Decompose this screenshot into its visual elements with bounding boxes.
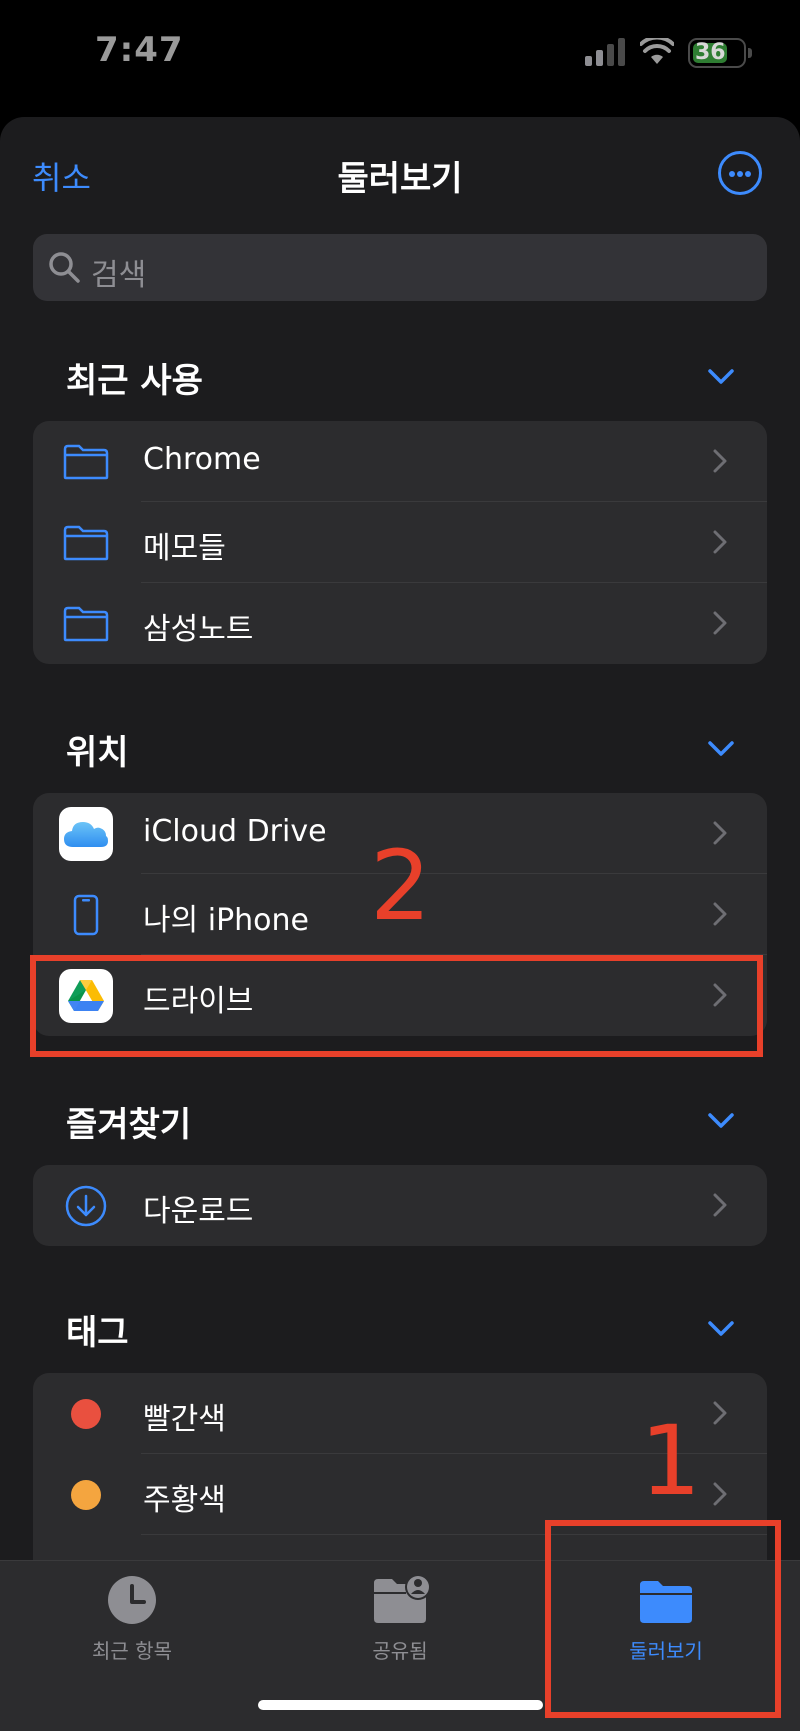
list-item-label: 주황색 bbox=[143, 1483, 226, 1518]
iphone-icon bbox=[59, 888, 113, 942]
cellular-signal-icon bbox=[585, 38, 625, 66]
list-item-label: iCloud Drive bbox=[143, 814, 327, 849]
chevron-down-icon[interactable] bbox=[708, 1113, 734, 1129]
list-item-label: 삼성노트 bbox=[143, 612, 254, 647]
section-title-locations: 위치 bbox=[66, 733, 129, 773]
chevron-right-icon bbox=[713, 902, 727, 926]
chevron-right-icon bbox=[713, 611, 727, 635]
tab-shared[interactable]: 공유됨 bbox=[300, 1573, 500, 1664]
chevron-right-icon bbox=[713, 1482, 727, 1506]
recent-list: Chrome 메모들 삼성노트 bbox=[33, 421, 767, 664]
battery-indicator: 36 bbox=[688, 38, 746, 68]
list-item-memos[interactable]: 메모들 bbox=[33, 502, 767, 583]
chevron-right-icon bbox=[713, 449, 727, 473]
tab-label: 최근 항목 bbox=[92, 1639, 172, 1663]
chevron-down-icon[interactable] bbox=[708, 741, 734, 757]
battery-tip bbox=[748, 48, 752, 58]
page-title: 둘러보기 bbox=[337, 159, 463, 199]
status-time: 7:47 bbox=[95, 30, 184, 70]
list-item-label: 메모들 bbox=[143, 531, 226, 566]
search-icon bbox=[49, 252, 80, 283]
annotation-box-browse-tab bbox=[545, 1520, 781, 1718]
list-item-samsung-notes[interactable]: 삼성노트 bbox=[33, 583, 767, 664]
search-input[interactable]: 검색 bbox=[33, 234, 767, 301]
section-title-tags: 태그 bbox=[66, 1313, 129, 1353]
favorites-list: 다운로드 bbox=[33, 1165, 767, 1246]
chevron-down-icon[interactable] bbox=[708, 369, 734, 385]
list-item-downloads[interactable]: 다운로드 bbox=[33, 1165, 767, 1246]
icloud-icon bbox=[59, 807, 113, 861]
battery-level: 36 bbox=[695, 40, 726, 65]
tag-color-dot bbox=[59, 1387, 113, 1441]
tab-recents[interactable]: 최근 항목 bbox=[32, 1573, 232, 1664]
folder-icon bbox=[59, 516, 113, 570]
download-icon bbox=[59, 1179, 113, 1233]
chevron-right-icon bbox=[713, 530, 727, 554]
wifi-icon bbox=[640, 38, 674, 64]
chevron-right-icon bbox=[713, 1401, 727, 1425]
chevron-right-icon bbox=[713, 1193, 727, 1217]
folder-icon bbox=[59, 435, 113, 489]
list-item-label: 나의 iPhone bbox=[143, 903, 310, 938]
clock-icon bbox=[108, 1576, 156, 1624]
tab-label: 공유됨 bbox=[372, 1639, 428, 1663]
files-browse-screen: 7:47 36 취소 둘러보기 검색 최근 사용 Chrome 메모들 삼성노트… bbox=[0, 0, 800, 1731]
chevron-right-icon bbox=[713, 821, 727, 845]
list-item-chrome[interactable]: Chrome bbox=[33, 421, 767, 502]
list-item-label: 다운로드 bbox=[143, 1194, 254, 1229]
orange-dot-icon bbox=[71, 1480, 101, 1510]
section-title-recent: 최근 사용 bbox=[66, 361, 203, 401]
annotation-number-1: 1 bbox=[640, 1405, 702, 1517]
list-item-label: Chrome bbox=[143, 442, 261, 477]
chevron-down-icon[interactable] bbox=[708, 1321, 734, 1337]
shared-folder-icon bbox=[374, 1574, 431, 1623]
annotation-number-2: 2 bbox=[370, 830, 432, 942]
list-item-label: 빨간색 bbox=[143, 1402, 226, 1437]
annotation-box-drive bbox=[30, 955, 763, 1057]
search-placeholder: 검색 bbox=[91, 258, 147, 293]
home-indicator[interactable] bbox=[258, 1700, 543, 1710]
section-title-favorites: 즐겨찾기 bbox=[66, 1105, 192, 1145]
tag-color-dot bbox=[59, 1468, 113, 1522]
red-dot-icon bbox=[71, 1399, 101, 1429]
folder-icon bbox=[59, 597, 113, 651]
ellipsis-circle-icon[interactable] bbox=[718, 151, 762, 195]
